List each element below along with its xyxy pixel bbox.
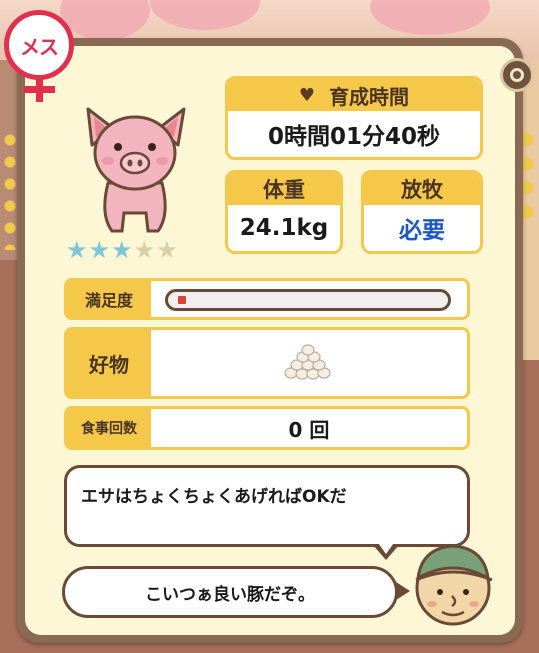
growth-time-panel: ♥ 育成時間 0時間01分40秒 (225, 76, 483, 160)
weight-label: 体重 (228, 173, 340, 205)
grazing-panel[interactable]: 放牧 必要 (361, 170, 483, 254)
speech-bubble-tail-inner (376, 540, 396, 554)
grain-pile-icon (284, 344, 331, 380)
female-symbol-circle: メス (4, 10, 74, 80)
meal-count-label: 食事回数 (67, 409, 151, 447)
star-filled-icon: ★ (111, 236, 133, 264)
female-symbol-cross (24, 86, 55, 93)
star-filled-icon: ★ (66, 236, 88, 264)
meal-count-row: 食事回数 0 回 (64, 406, 470, 450)
star-filled-icon: ★ (88, 236, 111, 264)
satisfaction-body (151, 281, 467, 317)
star-empty-icon: ★ (133, 236, 156, 264)
weight-panel: 体重 24.1kg (225, 170, 343, 254)
circle-icon (510, 68, 524, 82)
pig-rating: ★ ★ ★ ★ ★ (66, 238, 178, 262)
gender-label: メス (20, 34, 59, 59)
hint-speech-bubble: エサはちょくちょくあげればOKだ (64, 465, 470, 547)
female-badge: メス (2, 6, 78, 102)
satisfaction-meter-fill (178, 296, 186, 304)
grazing-status[interactable]: 必要 (364, 205, 480, 251)
star-empty-icon: ★ (156, 236, 178, 264)
meal-count-value: 0 回 (288, 417, 330, 442)
comment-speech-bubble: こいつぁ良い豚だぞ。 (62, 566, 398, 618)
favorite-food-label: 好物 (67, 330, 151, 396)
growth-time-value: 0時間01分40秒 (267, 124, 441, 150)
favorite-food-body (151, 330, 467, 396)
pig-icon (86, 107, 186, 233)
menu-button[interactable] (500, 58, 534, 92)
farmer-icon (415, 544, 493, 626)
satisfaction-row: 満足度 (64, 278, 470, 320)
satisfaction-meter (165, 289, 451, 311)
growth-time-header: ♥ 育成時間 (228, 79, 480, 111)
growth-time-label: 育成時間 (329, 84, 410, 109)
weight-value: 24.1kg (239, 215, 329, 241)
favorite-food-row: 好物 (64, 327, 470, 399)
heart-icon: ♥ (298, 84, 316, 106)
satisfaction-label: 満足度 (67, 281, 151, 317)
grazing-label: 放牧 (364, 173, 480, 205)
